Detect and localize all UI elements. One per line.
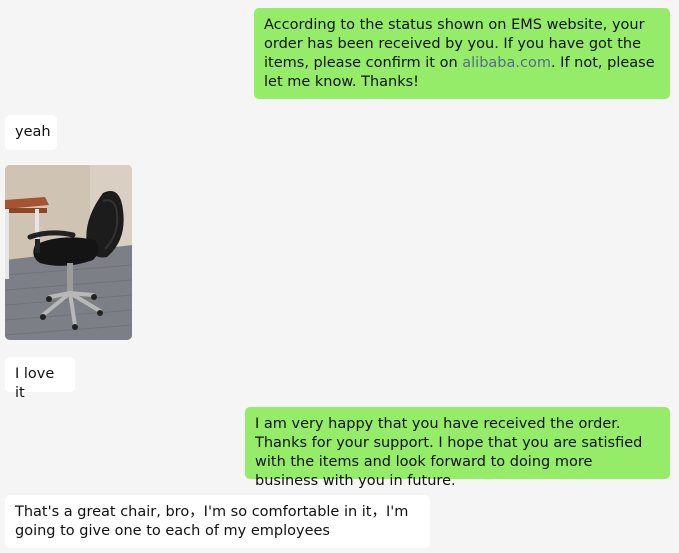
message-text: yeah — [15, 124, 51, 140]
incoming-message-bubble[interactable]: I love it — [5, 357, 75, 401]
chair-photo-image — [5, 165, 132, 340]
message-text: I love it — [15, 366, 55, 401]
message-text: That's a great chair, bro，I'm so comfort… — [15, 504, 409, 539]
incoming-message-bubble[interactable]: yeah — [5, 115, 57, 150]
outgoing-message-bubble[interactable]: According to the status shown on EMS web… — [254, 8, 670, 99]
message-text: I am very happy that you have received t… — [255, 416, 643, 489]
alibaba-link[interactable]: alibaba.com — [462, 55, 551, 71]
incoming-message-bubble[interactable]: That's a great chair, bro，I'm so comfort… — [5, 495, 430, 548]
outgoing-message-bubble[interactable]: I am very happy that you have received t… — [245, 407, 670, 489]
office-chair-photo[interactable] — [5, 165, 132, 340]
